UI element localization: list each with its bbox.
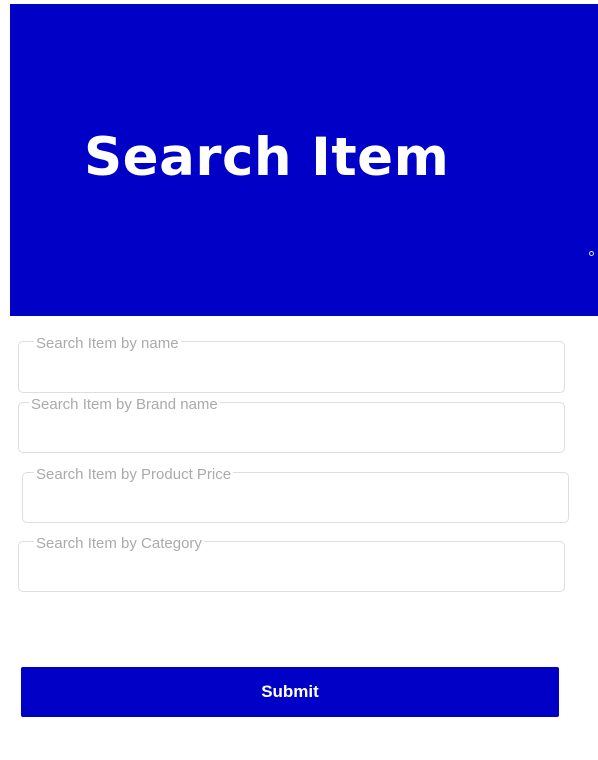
product-price-input[interactable] (23, 473, 568, 522)
product-price-field[interactable]: Search Item by Product Price (22, 467, 569, 523)
submit-button[interactable]: Submit (21, 667, 559, 717)
circle-indicator-icon (589, 251, 594, 256)
item-name-field[interactable]: Search Item by name (18, 336, 565, 393)
category-field[interactable]: Search Item by Category (18, 536, 565, 592)
page-title: Search Item (84, 127, 450, 188)
brand-name-field[interactable]: Search Item by Brand name (18, 397, 565, 453)
category-input[interactable] (19, 542, 564, 591)
item-name-input[interactable] (19, 342, 564, 392)
search-item-screen: Search Item Search Item by name Search I… (0, 0, 598, 760)
brand-name-input[interactable] (19, 403, 564, 452)
header-banner: Search Item (10, 4, 598, 316)
